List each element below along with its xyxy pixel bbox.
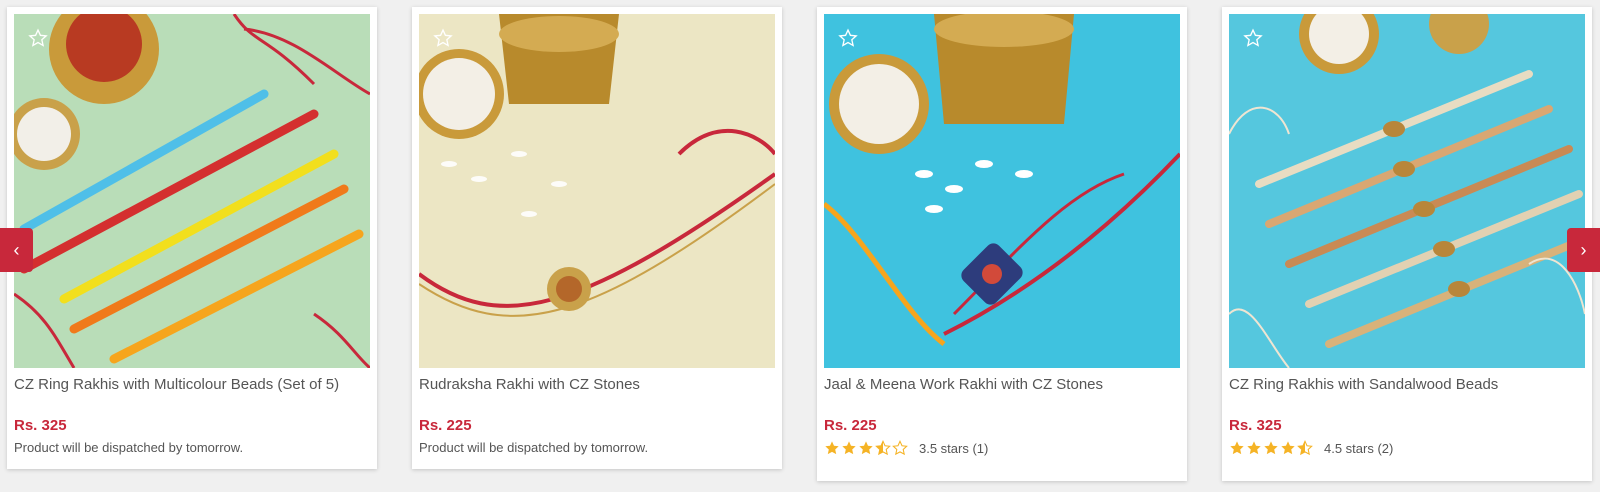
rating-stars bbox=[824, 440, 909, 456]
carousel-next-button[interactable]: › bbox=[1567, 228, 1600, 272]
star-filled-icon bbox=[1281, 441, 1295, 455]
star-filled-icon bbox=[1230, 441, 1244, 455]
product-price: Rs. 325 bbox=[1229, 417, 1282, 434]
carousel-prev-button[interactable]: ‹ bbox=[0, 228, 33, 272]
star-outline-icon[interactable] bbox=[1243, 28, 1263, 48]
product-card[interactable]: Rudraksha Rakhi with CZ Stones Rs. 225 P… bbox=[412, 7, 782, 469]
star-filled-icon bbox=[825, 441, 839, 455]
product-card[interactable]: CZ Ring Rakhis with Multicolour Beads (S… bbox=[7, 7, 377, 469]
star-filled-icon bbox=[859, 441, 873, 455]
star-filled-icon bbox=[1264, 441, 1278, 455]
product-card[interactable]: CZ Ring Rakhis with Sandalwood Beads Rs.… bbox=[1222, 7, 1592, 481]
star-outline-icon[interactable] bbox=[28, 28, 48, 48]
product-title[interactable]: Rudraksha Rakhi with CZ Stones bbox=[419, 376, 775, 394]
product-image[interactable] bbox=[1229, 14, 1585, 368]
product-title[interactable]: CZ Ring Rakhis with Sandalwood Beads bbox=[1229, 376, 1585, 394]
chevron-left-icon: ‹ bbox=[13, 239, 20, 260]
star-filled-icon bbox=[842, 441, 856, 455]
product-price: Rs. 225 bbox=[419, 417, 472, 434]
product-carousel: CZ Ring Rakhis with Multicolour Beads (S… bbox=[0, 0, 1600, 492]
rating: 4.5 stars (2) bbox=[1229, 440, 1393, 456]
rating-text: 4.5 stars (2) bbox=[1324, 440, 1394, 456]
chevron-right-icon: › bbox=[1580, 239, 1587, 260]
product-price: Rs. 225 bbox=[824, 417, 877, 434]
star-empty-icon bbox=[892, 440, 908, 456]
rating-stars bbox=[1229, 440, 1314, 456]
star-outline-icon[interactable] bbox=[838, 28, 858, 48]
product-title[interactable]: CZ Ring Rakhis with Multicolour Beads (S… bbox=[14, 376, 370, 394]
product-card[interactable]: Jaal & Meena Work Rakhi with CZ Stones R… bbox=[817, 7, 1187, 481]
dispatch-note: Product will be dispatched by tomorrow. bbox=[14, 440, 244, 455]
star-filled-icon bbox=[1247, 441, 1261, 455]
star-outline-icon[interactable] bbox=[433, 28, 453, 48]
rating-text: 3.5 stars (1) bbox=[919, 440, 989, 456]
product-price: Rs. 325 bbox=[14, 417, 67, 434]
product-image[interactable] bbox=[419, 14, 775, 368]
product-title[interactable]: Jaal & Meena Work Rakhi with CZ Stones bbox=[824, 376, 1180, 394]
star-half-icon bbox=[1297, 440, 1313, 456]
star-half-icon bbox=[875, 440, 891, 456]
product-image[interactable] bbox=[14, 14, 370, 368]
rating: 3.5 stars (1) bbox=[824, 440, 988, 456]
product-image[interactable] bbox=[824, 14, 1180, 368]
dispatch-note: Product will be dispatched by tomorrow. bbox=[419, 440, 649, 455]
